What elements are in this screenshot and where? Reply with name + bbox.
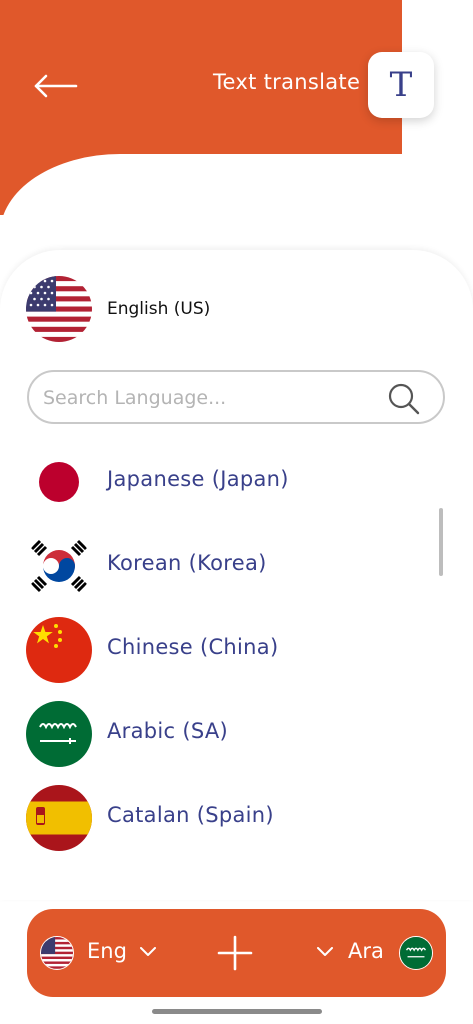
- chevron-down-icon[interactable]: [140, 947, 156, 957]
- japan-flag-icon: [26, 449, 92, 515]
- page-title: Text translate: [213, 70, 361, 94]
- language-label: Japanese (Japan): [107, 467, 289, 491]
- china-flag-icon: [26, 617, 92, 683]
- language-item-chinese[interactable]: Chinese (China): [0, 617, 430, 683]
- search-input[interactable]: [41, 382, 375, 414]
- back-button[interactable]: [30, 66, 80, 106]
- selected-language-label: English (US): [107, 299, 211, 319]
- saudi-arabia-flag-icon: [26, 701, 92, 767]
- plus-icon[interactable]: [217, 935, 253, 971]
- target-language-label[interactable]: Ara: [348, 939, 384, 963]
- search-icon[interactable]: [387, 382, 421, 416]
- language-label: Korean (Korea): [107, 551, 267, 575]
- us-flag-icon: [26, 276, 92, 342]
- us-flag-icon[interactable]: [40, 936, 74, 970]
- scrollbar[interactable]: [439, 508, 443, 576]
- home-indicator: [152, 1009, 322, 1014]
- language-label: Chinese (China): [107, 635, 279, 659]
- language-item-catalan[interactable]: Catalan (Spain): [0, 785, 430, 851]
- source-language-label[interactable]: Eng: [87, 939, 127, 963]
- arrow-left-icon: [34, 74, 78, 98]
- text-mode-icon: T: [389, 65, 413, 105]
- language-label: Catalan (Spain): [107, 803, 274, 827]
- spain-flag-icon: [26, 785, 92, 851]
- language-item-japanese[interactable]: Japanese (Japan): [0, 449, 430, 515]
- language-label: Arabic (SA): [107, 719, 229, 743]
- text-mode-button[interactable]: T: [368, 52, 434, 118]
- saudi-arabia-flag-icon[interactable]: [399, 936, 433, 970]
- search-field[interactable]: [27, 370, 445, 424]
- korea-flag-icon: [26, 533, 92, 599]
- language-item-arabic[interactable]: Arabic (SA): [0, 701, 430, 767]
- chevron-down-icon[interactable]: [317, 947, 333, 957]
- language-item-korean[interactable]: Korean (Korea): [0, 533, 430, 599]
- language-swap-bar: Eng Ara: [27, 909, 446, 997]
